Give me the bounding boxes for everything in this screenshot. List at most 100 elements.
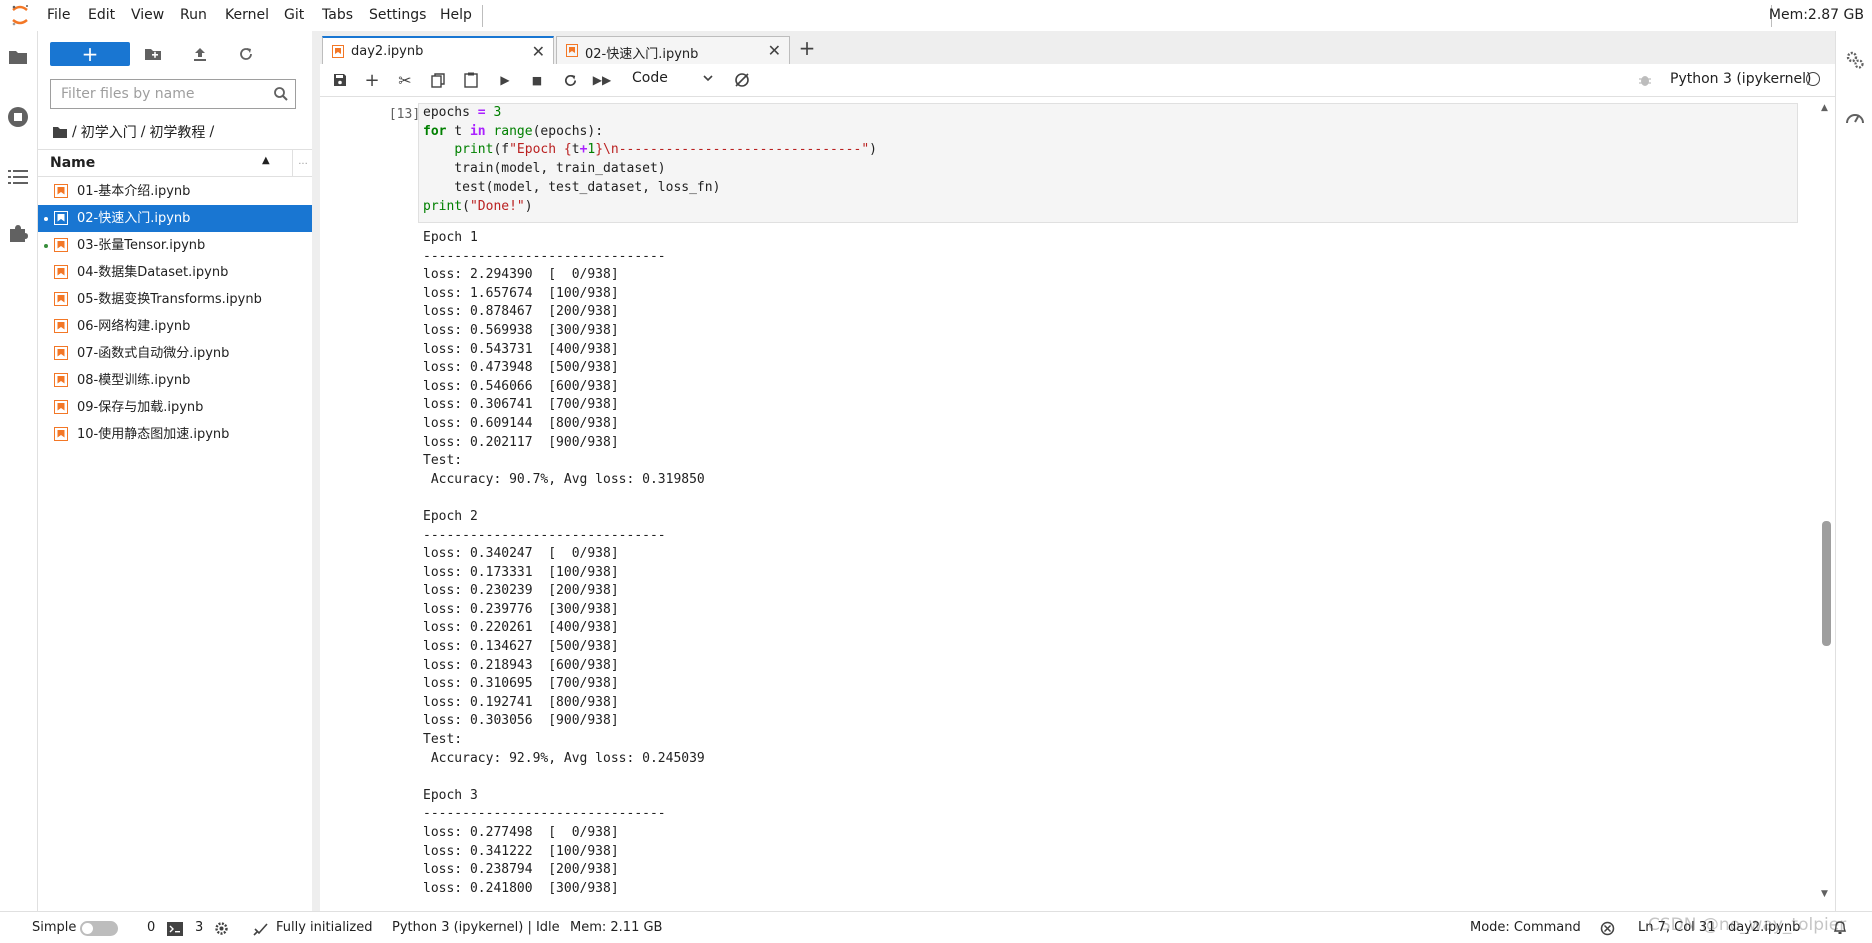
file-list-item[interactable]: 09-保存与加载.ipynb	[38, 394, 312, 421]
kernel-gear-icon[interactable]	[214, 921, 229, 936]
running-sessions-tab[interactable]	[6, 105, 30, 129]
menu-settings[interactable]: Settings	[369, 7, 426, 23]
gauge-icon	[1846, 114, 1864, 124]
puzzle-icon	[10, 225, 28, 242]
restart-run-all-button[interactable]: ▶▶	[592, 70, 612, 90]
simple-mode-label: Simple	[32, 920, 77, 935]
chevron-down-icon[interactable]	[702, 72, 714, 84]
tab-day2[interactable]: day2.ipynb ✕	[322, 36, 554, 65]
menu-tabs[interactable]: Tabs	[322, 7, 353, 23]
file-list-item[interactable]: 10-使用静态图加速.ipynb	[38, 421, 312, 448]
running-indicator-icon	[44, 244, 48, 248]
notebook-icon	[566, 44, 578, 57]
menu-edit[interactable]: Edit	[88, 7, 115, 23]
property-inspector-tab[interactable]	[1844, 49, 1866, 71]
lsp-status-icon[interactable]	[253, 921, 269, 937]
save-button[interactable]	[330, 70, 350, 90]
breadcrumb: / 初学入门 / 初学教程 /	[52, 122, 214, 142]
menu-git[interactable]: Git	[284, 7, 304, 23]
filter-files-input[interactable]	[59, 80, 263, 108]
file-browser-tab[interactable]	[6, 45, 30, 69]
scroll-down-icon[interactable]: ▼	[1821, 889, 1828, 899]
file-list-item[interactable]: 01-基本介绍.ipynb	[38, 178, 312, 205]
extensions-tab[interactable]	[6, 221, 30, 245]
sort-ascending-icon[interactable]: ▲	[262, 155, 270, 166]
refresh-icon	[564, 74, 576, 86]
file-name: 01-基本介绍.ipynb	[77, 184, 191, 199]
status-bar: Simple 0 3 Fully initialized Python 3 (i…	[0, 911, 1872, 943]
document-tab-bar: day2.ipynb ✕ 02-快速入门.ipynb ✕ +	[320, 31, 1835, 65]
stop-circle-icon	[8, 107, 28, 127]
file-list-item[interactable]: 04-数据集Dataset.ipynb	[38, 259, 312, 286]
run-button[interactable]: ▶	[495, 70, 515, 90]
restart-kernel-button[interactable]	[560, 70, 580, 90]
menu-view[interactable]: View	[131, 7, 164, 23]
home-folder-icon[interactable]	[52, 125, 68, 139]
breadcrumb-separator: /	[209, 124, 215, 140]
notebook-mode[interactable]: Mode: Command	[1470, 920, 1581, 935]
insert-cell-button[interactable]: +	[362, 69, 382, 91]
upload-button[interactable]	[190, 44, 210, 64]
notebook-icon	[54, 319, 68, 333]
paste-button[interactable]	[461, 70, 481, 90]
jupyter-logo	[12, 5, 28, 26]
file-name: 03-张量Tensor.ipynb	[77, 238, 206, 253]
refresh-button[interactable]	[236, 44, 256, 64]
panel-splitter[interactable]	[312, 31, 320, 911]
upload-icon	[194, 48, 206, 61]
file-list-item[interactable]: 07-函数式自动微分.ipynb	[38, 340, 312, 367]
interrupt-button[interactable]: ■	[527, 70, 547, 90]
breadcrumb-separator: /	[72, 124, 77, 140]
notebook-icon	[54, 427, 68, 441]
file-list-item[interactable]: 02-快速入门.ipynb	[38, 205, 312, 232]
lsp-status-text[interactable]: Fully initialized	[276, 920, 373, 935]
kernel-status-text[interactable]: Python 3 (ipykernel) | Idle	[392, 920, 560, 935]
debugger-bug-icon[interactable]	[1638, 73, 1652, 87]
file-name: 05-数据变换Transforms.ipynb	[77, 292, 262, 307]
code-cell-source[interactable]: epochs = 3 for t in range(epochs): print…	[423, 104, 877, 216]
debugger-tab[interactable]	[1844, 107, 1866, 129]
file-list-item[interactable]: 08-模型训练.ipynb	[38, 367, 312, 394]
breadcrumb-item[interactable]: 初学教程	[149, 122, 205, 142]
menu-divider	[482, 5, 483, 27]
terminal-icon[interactable]	[167, 922, 183, 936]
tab-label: day2.ipynb	[351, 44, 424, 59]
new-launcher-button[interactable]: +	[50, 42, 130, 66]
menu-run[interactable]: Run	[180, 7, 207, 23]
cell-type-select[interactable]: Code	[632, 70, 668, 86]
menu-kernel[interactable]: Kernel	[225, 7, 269, 23]
copy-icon	[431, 72, 445, 88]
kernel-name-button[interactable]: Python 3 (ipykernel)	[1670, 71, 1811, 87]
file-list-item[interactable]: 03-张量Tensor.ipynb	[38, 232, 312, 259]
git-icon	[735, 73, 749, 87]
copy-button[interactable]	[428, 70, 448, 90]
notebook-icon	[54, 184, 68, 198]
kernel-status-circle-icon	[1806, 72, 1820, 86]
new-folder-button[interactable]	[143, 44, 163, 64]
name-column-header[interactable]: Name	[50, 155, 95, 171]
search-icon	[274, 87, 288, 101]
breadcrumb-item[interactable]: 初学入门	[81, 122, 137, 142]
file-list-item[interactable]: 05-数据变换Transforms.ipynb	[38, 286, 312, 313]
menu-file[interactable]: File	[47, 7, 70, 23]
simple-mode-toggle[interactable]	[80, 921, 118, 936]
menu-help[interactable]: Help	[440, 7, 472, 23]
column-more-icon[interactable]: ...	[292, 150, 313, 177]
notebook-icon	[54, 238, 68, 252]
cut-button[interactable]: ✂	[395, 70, 415, 90]
notebook-scrollbar[interactable]: ▲ ▼	[1818, 97, 1835, 911]
trusted-shield-icon[interactable]	[1600, 921, 1615, 936]
scrollbar-thumb[interactable]	[1822, 521, 1831, 646]
close-icon[interactable]: ✕	[768, 41, 781, 60]
scroll-up-icon[interactable]: ▲	[1821, 103, 1828, 113]
tab-quickstart[interactable]: 02-快速入门.ipynb ✕	[556, 36, 790, 64]
new-tab-button[interactable]: +	[796, 38, 818, 60]
plus-icon: +	[364, 69, 380, 91]
notebook-icon	[54, 346, 68, 360]
file-list-item[interactable]: 06-网络构建.ipynb	[38, 313, 312, 340]
git-diff-button[interactable]	[732, 70, 752, 90]
stop-icon: ■	[531, 73, 543, 87]
table-of-contents-tab[interactable]	[6, 165, 30, 189]
close-icon[interactable]: ✕	[532, 42, 545, 61]
filter-files-box	[50, 79, 296, 109]
